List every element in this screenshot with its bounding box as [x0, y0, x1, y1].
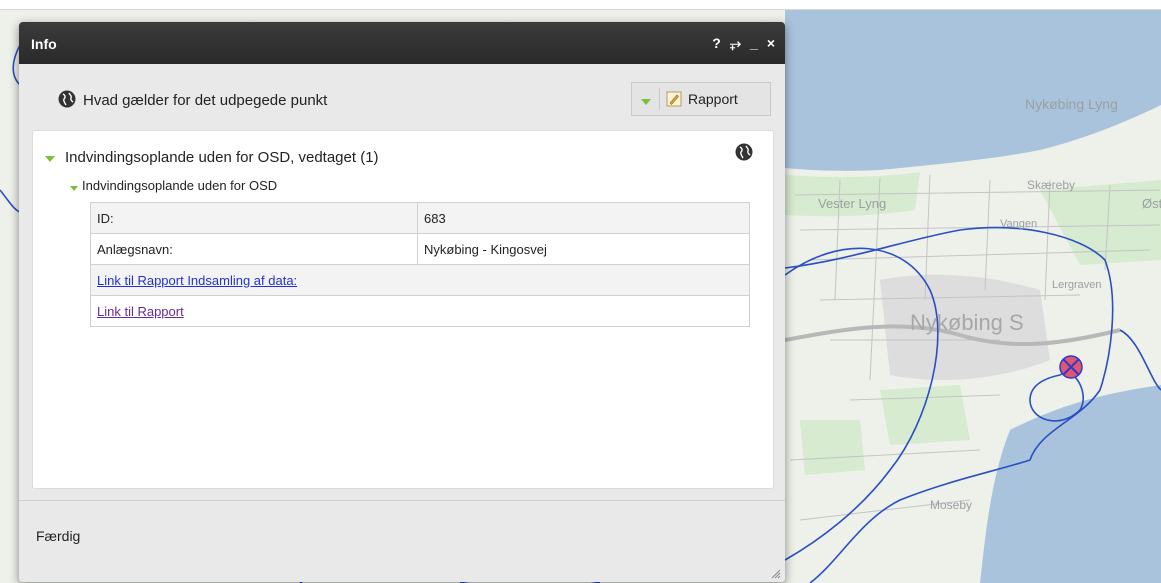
collapse-triangle-icon[interactable]	[45, 155, 55, 162]
window-titlebar[interactable]: Info ? ⥅ _ ×	[19, 22, 785, 64]
result-section-title: Indvindingsoplande uden for OSD, vedtage…	[65, 149, 379, 166]
map-label: Lergraven	[1052, 279, 1102, 291]
result-section-header[interactable]: Indvindingsoplande uden for OSD, vedtage…	[45, 149, 379, 166]
link-cell: Link til Rapport Indsamling af data:	[90, 264, 750, 296]
globe-icon	[58, 90, 76, 108]
map-label: Moseby	[930, 498, 973, 512]
attribute-value: 683	[417, 202, 750, 234]
info-header: Hvad gælder for det udpegede punkt Rappo…	[19, 64, 785, 130]
info-window: Info ? ⥅ _ × Hvad gælder for det udpeged…	[19, 22, 785, 582]
attribute-value: Nykøbing - Kingosvej	[417, 233, 750, 265]
map-label: Nykøbing Lyng	[1025, 96, 1118, 112]
resize-grip-icon[interactable]	[771, 569, 781, 579]
report-button[interactable]: Rapport	[631, 82, 771, 116]
pencil-icon	[666, 91, 682, 107]
attribute-key: Anlægsnavn:	[90, 233, 418, 265]
top-toolbar	[0, 0, 1161, 10]
window-title: Info	[31, 36, 57, 52]
location-marker-icon[interactable]	[1059, 355, 1083, 379]
status-bar: Færdig	[19, 500, 785, 582]
window-controls: ? ⥅ _ ×	[712, 35, 775, 52]
map-label: Skæreby	[1027, 178, 1076, 192]
status-text: Færdig	[36, 528, 81, 544]
table-row: Anlægsnavn: Nykøbing - Kingosvej	[90, 233, 750, 265]
info-header-title: Hvad gælder for det udpegede punkt	[83, 92, 328, 109]
result-item-header[interactable]: Indvindingsoplande uden for OSD	[70, 178, 277, 193]
minimize-icon[interactable]: _	[750, 35, 758, 52]
expand-triangle-icon[interactable]	[641, 99, 651, 105]
table-row: Link til Rapport	[90, 295, 750, 327]
help-icon[interactable]: ?	[712, 35, 721, 52]
report-button-label: Rapport	[688, 91, 738, 107]
collapse-triangle-icon[interactable]	[70, 185, 78, 191]
close-icon[interactable]: ×	[767, 35, 775, 52]
table-row: Link til Rapport Indsamling af data:	[90, 264, 750, 296]
results-panel: Indvindingsoplande uden for OSD, vedtage…	[32, 130, 774, 489]
map-label: Vester Lyng	[818, 196, 887, 211]
result-item-title: Indvindingsoplande uden for OSD	[82, 178, 278, 193]
attribute-table: ID: 683 Anlægsnavn: Nykøbing - Kingosvej…	[90, 202, 750, 327]
report-link[interactable]: Link til Rapport	[97, 304, 184, 319]
divider	[659, 88, 660, 110]
table-row: ID: 683	[90, 202, 750, 234]
attribute-key: ID:	[90, 202, 418, 234]
dock-icon[interactable]: ⥅	[730, 35, 741, 52]
map-label: Øst	[1142, 196, 1161, 211]
map-label: Vangen	[1000, 218, 1038, 230]
globe-icon[interactable]	[735, 143, 753, 161]
link-cell: Link til Rapport	[90, 295, 750, 327]
report-link-data-collection[interactable]: Link til Rapport Indsamling af data:	[97, 273, 297, 288]
map-label: Nykøbing S	[910, 310, 1024, 335]
